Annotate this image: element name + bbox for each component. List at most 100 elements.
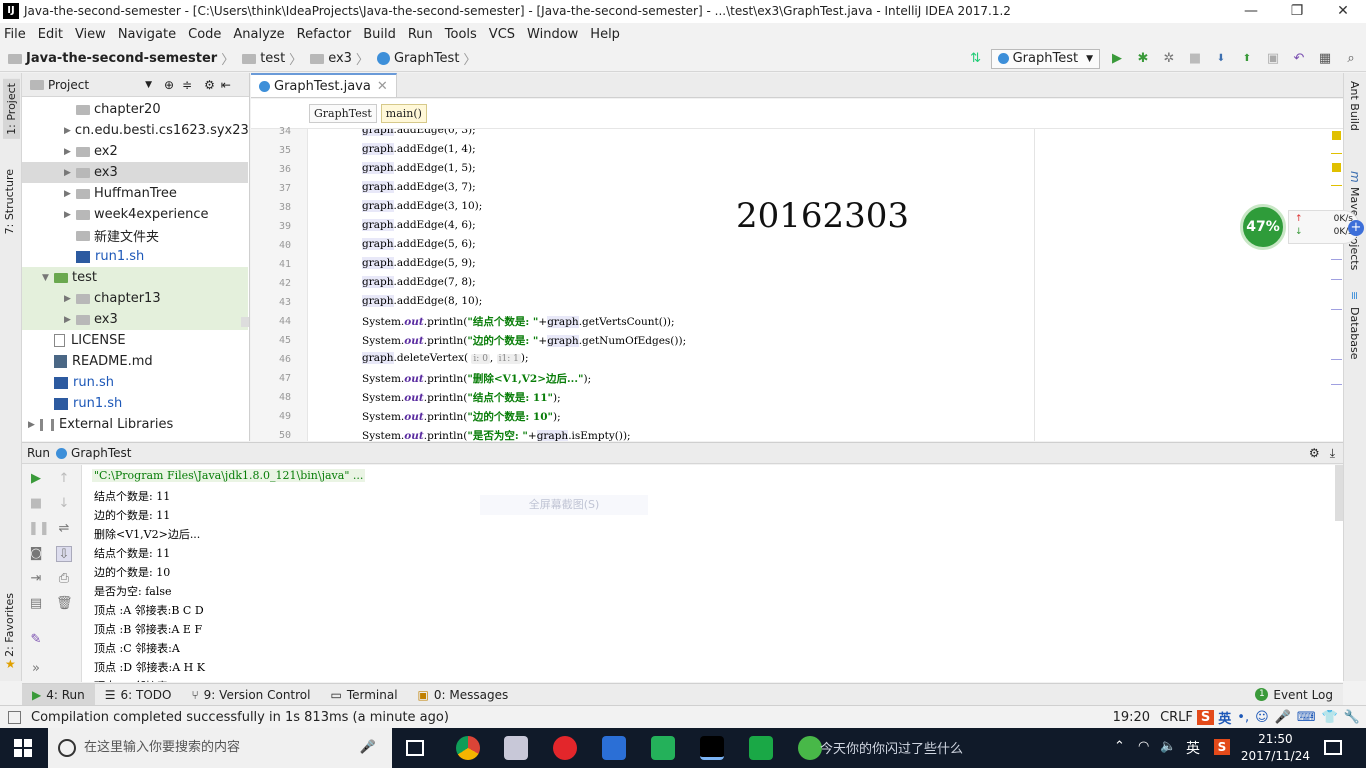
crumb-ex3[interactable]: ex3 〉 (310, 49, 373, 68)
down-arrow-icon[interactable]: ↓ (56, 496, 72, 512)
scroll-to-end-icon[interactable]: ⇩ (56, 546, 72, 562)
menu-analyze[interactable]: Analyze (233, 27, 284, 42)
microphone-icon[interactable]: 🎤 (360, 728, 376, 768)
stop-icon[interactable]: ■ (1186, 50, 1204, 68)
collapsed-arrow-icon[interactable]: ▶ (64, 147, 76, 157)
collapsed-arrow-icon[interactable]: ▶ (64, 210, 76, 220)
netease-music-icon[interactable] (553, 736, 577, 760)
tab-todo[interactable]: ☰ 6: TODO (95, 684, 182, 706)
sogou-ime-icon[interactable]: S (1196, 709, 1215, 725)
microphone-icon[interactable]: 🎤 (1275, 710, 1291, 725)
volume-icon[interactable]: 🔈 (1160, 739, 1176, 754)
menu-navigate[interactable]: Navigate (118, 27, 176, 42)
search-icon[interactable]: ⌕ (1342, 50, 1360, 68)
windows-start-icon[interactable] (14, 739, 32, 757)
menu-vcs[interactable]: VCS (489, 27, 515, 42)
network-speed-widget[interactable]: ↑ 0K/s ↓ 0K/s 47% + (1240, 204, 1366, 250)
tab-project[interactable]: 1: Project (3, 79, 20, 139)
breadcrumb-method[interactable]: main() (380, 104, 427, 123)
tree-item[interactable]: run.sh (22, 372, 248, 393)
crumb-test[interactable]: test 〉 (242, 49, 306, 68)
warning-marker[interactable] (1332, 163, 1341, 172)
tree-item[interactable]: ▼ test (22, 267, 248, 288)
tab-graphtest-java[interactable]: GraphTest.java ✕ (251, 73, 397, 97)
status-message[interactable]: Compilation completed successfully in 1s… (31, 710, 449, 725)
maximize-button[interactable]: ❐ (1274, 0, 1320, 23)
taskbar-search-input[interactable]: 在这里输入你要搜索的内容 🎤 (48, 728, 392, 768)
tab-ant-build[interactable]: Ant Build (1348, 81, 1361, 131)
layout-icon[interactable]: ▤ (28, 596, 44, 612)
coverage-icon[interactable]: ✲ (1160, 50, 1178, 68)
gear-icon[interactable]: ⚙ (204, 78, 215, 92)
emoji-icon[interactable]: ☺ (1255, 710, 1269, 725)
tab-favorites[interactable]: 2: Favorites (3, 593, 16, 657)
vcs-update-icon[interactable]: ⬇ (1212, 50, 1230, 68)
tree-item[interactable]: ▶ cn.edu.besti.cs1623.syx23 (22, 120, 249, 141)
iqiyi-icon[interactable] (651, 736, 675, 760)
tree-item[interactable]: ▶ ex3 (22, 162, 248, 183)
exit-icon[interactable]: ⇥ (28, 571, 44, 587)
up-arrow-icon[interactable]: ↑ (56, 471, 72, 487)
punctuation-icon[interactable]: •, (1237, 710, 1249, 725)
plus-icon[interactable]: + (1348, 220, 1364, 236)
breadcrumb-class[interactable]: GraphTest (309, 104, 377, 123)
console-output[interactable]: "C:\Program Files\Java\jdk1.8.0_121\bin\… (82, 465, 1343, 682)
crumb-project[interactable]: Java-the-second-semester 〉 (8, 49, 238, 68)
collapsed-arrow-icon[interactable]: ▶ (64, 315, 76, 325)
chevron-down-icon[interactable]: ▼ (145, 80, 152, 90)
collapsed-arrow-icon[interactable]: ▶ (64, 189, 76, 199)
tools-icon[interactable]: 🔧 (1344, 710, 1360, 725)
browser-360-icon[interactable] (798, 736, 822, 760)
wifi-icon[interactable]: ◠ (1138, 739, 1149, 754)
error-stripe[interactable] (1330, 129, 1343, 441)
close-icon[interactable]: ✕ (377, 79, 388, 94)
project-structure-icon[interactable]: ▦ (1316, 50, 1334, 68)
menu-refactor[interactable]: Refactor (297, 27, 352, 42)
tree-item[interactable]: ▶ chapter13 (22, 288, 248, 309)
close-button[interactable]: ✕ (1320, 0, 1366, 23)
tab-run[interactable]: ▶ 4: Run (22, 683, 95, 706)
hide-panel-icon[interactable]: ⤓ (1330, 446, 1335, 461)
expanded-arrow-icon[interactable]: ▼ (42, 273, 54, 283)
collapsed-arrow-icon[interactable]: ▶ (64, 168, 76, 178)
menu-run[interactable]: Run (408, 27, 433, 42)
run-config-selector[interactable]: GraphTest ▼ (990, 48, 1100, 69)
pause-icon[interactable]: ❚❚ (28, 521, 50, 537)
code-editor[interactable]: graph.addEdge(0, 3); graph.addEdge(1, 4);… (308, 129, 1343, 441)
sort-icon[interactable]: ⇅ (967, 50, 985, 68)
menu-file[interactable]: File (4, 27, 26, 42)
soft-wrap-icon[interactable]: ⇌ (56, 521, 72, 537)
warning-marker[interactable] (1332, 131, 1341, 140)
task-view-icon[interactable] (406, 740, 424, 756)
stop-icon[interactable]: ■ (28, 496, 44, 512)
app-icon[interactable] (504, 736, 528, 760)
minimize-button[interactable]: — (1228, 0, 1274, 23)
pin-icon[interactable]: ✎ (28, 632, 44, 648)
skin-icon[interactable]: 👕 (1322, 710, 1338, 725)
chrome-icon[interactable] (456, 736, 480, 760)
menu-edit[interactable]: Edit (38, 27, 63, 42)
keyboard-icon[interactable]: ⌨ (1297, 710, 1316, 725)
tab-terminal[interactable]: ▭ Terminal (320, 684, 407, 706)
tree-item[interactable]: ▶ ex3 (22, 309, 248, 330)
ime-indicator[interactable]: 英 (1186, 738, 1200, 758)
camera-icon[interactable]: ◙ (28, 546, 44, 562)
compare-icon[interactable]: ▣ (1264, 50, 1282, 68)
crumb-class[interactable]: GraphTest 〉 (376, 49, 481, 68)
hide-icon[interactable]: ⇤ (221, 78, 231, 92)
system-clock[interactable]: 21:50 2017/11/24 (1241, 731, 1310, 765)
tree-item[interactable]: run1.sh (22, 246, 248, 267)
toggle-tool-windows-icon[interactable] (8, 710, 21, 724)
tree-item[interactable]: LICENSE (22, 330, 248, 351)
menu-code[interactable]: Code (188, 27, 221, 42)
tree-item[interactable]: ▶ HuffmanTree (22, 183, 248, 204)
tab-messages[interactable]: ▣ 0: Messages (408, 684, 519, 706)
sogou-tray-icon[interactable]: S (1214, 739, 1230, 755)
scroll-from-source-icon[interactable]: ⊕ (164, 78, 174, 92)
trash-icon[interactable]: 🗑 (56, 596, 73, 612)
collapsed-arrow-icon[interactable]: ▶ (64, 294, 76, 304)
tree-item[interactable]: 新建文件夹 (22, 225, 248, 246)
evernote-icon[interactable] (749, 736, 773, 760)
intellij-taskbar-icon[interactable] (700, 736, 724, 760)
collapsed-arrow-icon[interactable]: ▶ (64, 126, 71, 136)
